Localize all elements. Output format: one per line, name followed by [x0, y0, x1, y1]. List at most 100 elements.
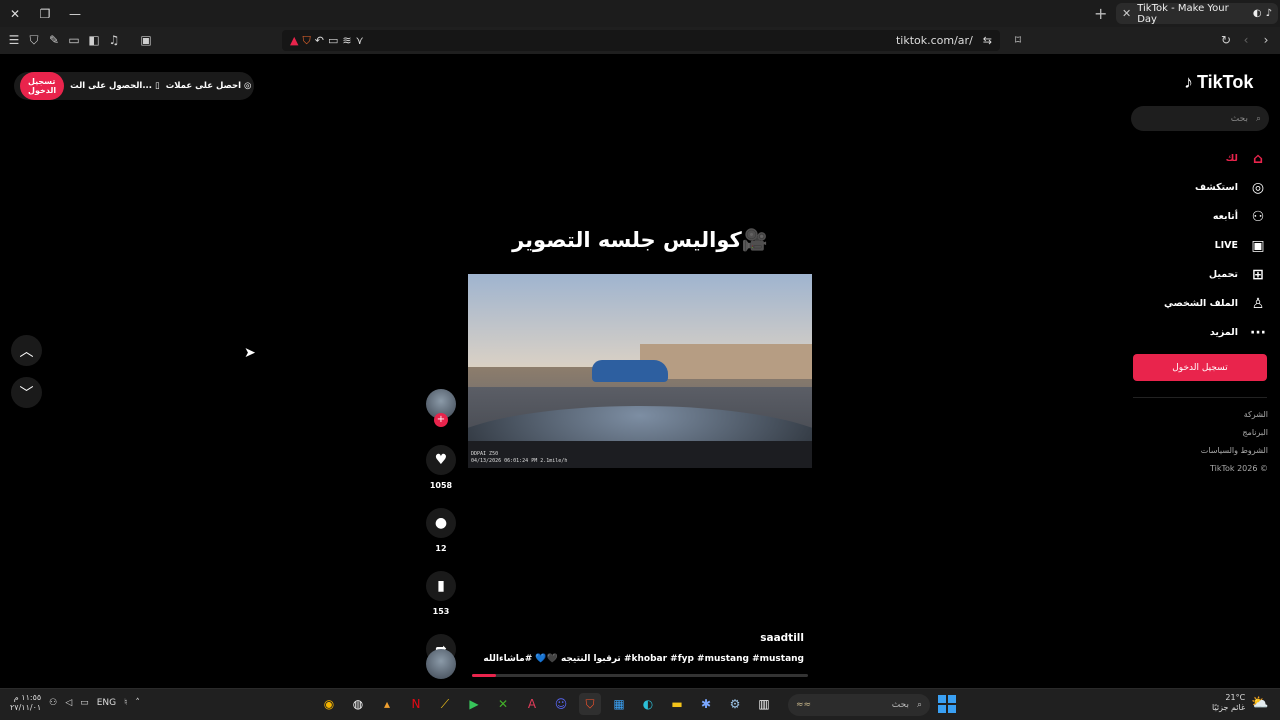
clock[interactable]: ١١:٥٥ م ٢٧/١١/٠١: [10, 693, 41, 713]
top-login-button[interactable]: تسجيل الدخول: [20, 72, 65, 100]
video-player[interactable]: DDPAI Z50 04/13/2026 06:01:24 PM 2.1mile…: [468, 274, 812, 468]
folder-icon[interactable]: ▬: [666, 693, 688, 715]
weather-widget[interactable]: 21°C غائم جزئيًا ⛅: [1212, 693, 1269, 713]
music-icon[interactable]: ♫: [104, 30, 124, 50]
back-icon[interactable]: ‹: [1236, 30, 1256, 50]
tiktok-logo[interactable]: ♪ TikTok: [1184, 72, 1253, 93]
taskbar-apps: ◉ ◍ ▴ N ⟋ ▶ ✕ A ☺ ⛉ ▦ ◐ ▬ ✱ ⚙ ▥: [318, 693, 775, 715]
nav-item-upload[interactable]: تحميل ⊞: [1140, 260, 1268, 289]
language-indicator[interactable]: ENG: [97, 698, 116, 708]
tab-audio-icon[interactable]: ◐: [1253, 8, 1262, 19]
comment-count: 12: [435, 544, 447, 553]
tab-close-icon[interactable]: ✕: [1122, 7, 1131, 20]
nav-item-profile[interactable]: الملف الشخصي ♙: [1140, 289, 1268, 318]
chrome-icon[interactable]: ◉: [318, 693, 340, 715]
sidebar-icon[interactable]: ◧: [84, 30, 104, 50]
comment-button[interactable]: ●: [426, 508, 456, 538]
wallet-icon[interactable]: ▣: [136, 30, 156, 50]
affinity-icon[interactable]: A: [521, 693, 543, 715]
network-icon[interactable]: ▭: [80, 698, 89, 708]
footer-link-terms[interactable]: الشروط والسياسات: [1180, 442, 1268, 460]
notification-icon[interactable]: ⚇: [49, 698, 57, 708]
sidebar-login-button[interactable]: تسجيل الدخول: [1133, 354, 1267, 381]
brave-icon[interactable]: ⛉: [579, 693, 601, 715]
site-settings-icon[interactable]: ⇆: [983, 34, 992, 47]
previous-video-button[interactable]: ︿: [11, 335, 42, 366]
store-icon[interactable]: ▦: [608, 693, 630, 715]
windows-taskbar: ١١:٥٥ م ٢٧/١١/٠١ ⚇ ◁ ▭ ENG ♮ ˄ ◉ ◍ ▴ N ⟋…: [0, 688, 1280, 720]
nav-item-following[interactable]: أتابعه ⚇: [1140, 202, 1268, 231]
taskbar-search[interactable]: ≈≈ بحث ⌕: [788, 694, 930, 716]
xbox-icon[interactable]: ✕: [492, 693, 514, 715]
next-author-avatar[interactable]: [426, 649, 456, 679]
extension-icon[interactable]: ⋎: [356, 34, 364, 48]
next-video-button[interactable]: ﹀: [11, 377, 42, 408]
nav-label: تحميل: [1208, 269, 1238, 280]
sidebar-divider: [1133, 397, 1267, 398]
clock-date: ٢٧/١١/٠١: [10, 703, 42, 712]
search-input[interactable]: بحث ⌕: [1131, 106, 1269, 131]
menu-icon[interactable]: ☰: [4, 30, 24, 50]
author-name[interactable]: saadtill: [700, 632, 804, 644]
edge-icon[interactable]: ◐: [637, 693, 659, 715]
video-progress-fill: [472, 674, 496, 677]
video-progress-bar[interactable]: [472, 674, 808, 677]
restore-window-icon[interactable]: ❐: [30, 0, 60, 27]
volume-icon[interactable]: ◁: [65, 698, 72, 708]
github-icon[interactable]: ◍: [347, 693, 369, 715]
close-window-icon[interactable]: ✕: [0, 0, 30, 27]
feather-icon[interactable]: ⟋: [434, 693, 456, 715]
nav-item-for-you[interactable]: لك ⌂: [1140, 144, 1268, 173]
pin-icon[interactable]: ✎: [44, 30, 64, 50]
tab-title: TikTok - Make Your Day: [1137, 2, 1229, 25]
steam-icon[interactable]: ⚙: [724, 693, 746, 715]
get-coins-button[interactable]: احصل على عملات ◎: [166, 81, 252, 91]
bookmark-icon: ▮: [437, 578, 445, 594]
follow-plus-icon[interactable]: +: [434, 413, 448, 427]
footer-link-company[interactable]: الشركة: [1180, 406, 1268, 424]
dashcam-brand: DDPAI Z50: [471, 451, 499, 457]
search-icon[interactable]: ⌕: [1256, 114, 1261, 124]
bookmark-icon[interactable]: ⌑: [1008, 30, 1028, 50]
brave-rewards-icon[interactable]: ▲: [290, 34, 298, 48]
windows-start-icon[interactable]: [938, 695, 956, 713]
video-actions: + ♥ 1058 ● 12 ▮ 153 ➦ 107: [424, 389, 458, 679]
taskbar-search-placeholder: بحث: [891, 700, 909, 710]
figma-icon[interactable]: ✱: [695, 693, 717, 715]
browser-tab-bar: ✕ ❐ — + ✕ TikTok - Make Your Day ◐ ♪: [0, 0, 1280, 27]
dashcam-time: 04/13/2026 06:01:24 PM 2.1mile/h: [471, 458, 568, 464]
play-icon[interactable]: ▶: [463, 693, 485, 715]
address-bar[interactable]: ▲ ⛉ ↶ ▭ ≋ ⋎ tiktok.com/ar/ ⇆: [282, 30, 1000, 51]
tabs-icon[interactable]: ▭: [64, 30, 84, 50]
logo-text: TikTok: [1197, 72, 1254, 92]
reload-icon[interactable]: ↻: [1216, 30, 1236, 50]
search-icon: ⌕: [916, 700, 922, 710]
like-button[interactable]: ♥: [426, 445, 456, 475]
drop-icon[interactable]: ▴: [376, 693, 398, 715]
shield-icon[interactable]: ⛉: [24, 30, 44, 50]
app-icon[interactable]: ▥: [753, 693, 775, 715]
forward-icon[interactable]: ›: [1256, 30, 1276, 50]
get-app-button[interactable]: الحصول على الت... ▯: [70, 81, 160, 91]
translate-icon[interactable]: ≋: [342, 34, 351, 48]
netflix-icon[interactable]: N: [405, 693, 427, 715]
nav-item-more[interactable]: المزيد ···: [1140, 318, 1268, 347]
save-button[interactable]: ▮: [426, 571, 456, 601]
footer-link-program[interactable]: البرنامج: [1180, 424, 1268, 442]
tab-tiktok[interactable]: ✕ TikTok - Make Your Day ◐ ♪: [1116, 2, 1278, 25]
brave-shield-icon[interactable]: ⛉: [302, 34, 310, 48]
chevron-up-icon[interactable]: ˄: [135, 698, 140, 708]
nav-label: استكشف: [1195, 182, 1238, 193]
minimize-window-icon[interactable]: —: [60, 0, 90, 27]
devices-icon[interactable]: ▭: [328, 34, 338, 48]
top-actions-bar: تسجيل الدخول الحصول على الت... ▯ احصل عل…: [14, 72, 254, 100]
discord-icon[interactable]: ☺: [550, 693, 572, 715]
like-count: 1058: [429, 481, 453, 490]
nav-item-live[interactable]: LIVE ▣: [1140, 231, 1268, 260]
microphone-icon[interactable]: ♮: [124, 698, 127, 708]
nav-item-explore[interactable]: استكشف ◎: [1140, 173, 1268, 202]
home-icon: ⌂: [1252, 150, 1264, 167]
new-tab-button[interactable]: +: [1094, 4, 1107, 23]
following-icon: ⚇: [1251, 208, 1265, 225]
undo-icon[interactable]: ↶: [315, 34, 324, 48]
